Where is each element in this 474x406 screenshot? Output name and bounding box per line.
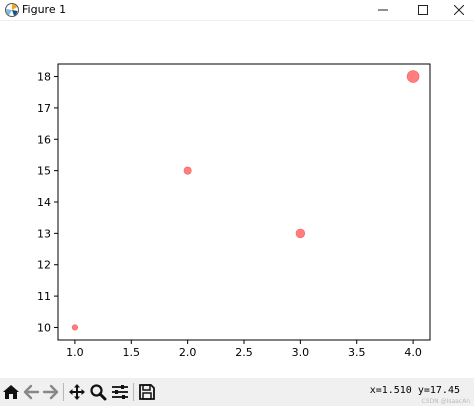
scatter-point [183,166,192,175]
y-tick-label: 11 [37,290,51,303]
x-tick-label: 3.0 [292,346,310,359]
arrow-left-icon [23,384,40,400]
back-button[interactable] [20,381,42,403]
zoom-icon [90,384,107,401]
save-button[interactable] [136,381,158,403]
forward-button[interactable] [40,381,62,403]
minimize-button[interactable] [364,0,402,20]
scatter-point [71,324,79,331]
toolbar-separator [133,383,134,401]
save-icon [139,384,155,400]
matplotlib-figure-icon [5,3,19,17]
move-icon [69,384,85,400]
sliders-icon [112,385,128,399]
scatter-point [295,228,306,239]
y-tick-label: 12 [37,259,51,272]
minimize-icon [378,9,388,11]
x-tick-label: 1.0 [66,346,84,359]
x-tick-label: 2.0 [179,346,197,359]
toolbar-separator [63,383,64,401]
x-tick-label: 3.5 [348,346,366,359]
watermark: CSDN @IsaacAn [421,398,470,405]
plot-area [57,63,431,341]
zoom-button[interactable] [87,381,109,403]
x-tick-label: 2.5 [235,346,253,359]
y-tick-label: 17 [37,102,51,115]
cursor-coordinates: x=1.510 y=17.45 [369,385,460,396]
y-tick-label: 16 [37,133,51,146]
y-tick-label: 18 [37,71,51,84]
scatter-chart[interactable]: 1.0 1.5 2.0 2.5 3.0 3.5 4.0 10 11 12 13 14 15 16 17 18 [0,20,474,378]
close-button[interactable] [440,0,474,20]
arrow-right-icon [42,384,59,400]
close-icon [454,5,464,15]
home-icon [3,385,19,399]
y-tick-label: 13 [37,227,51,240]
configure-subplots-button[interactable] [109,381,131,403]
home-button[interactable] [0,381,22,403]
x-tick-label: 1.5 [123,346,141,359]
maximize-icon [418,5,428,15]
y-tick-label: 10 [37,321,51,334]
y-tick-label: 14 [37,196,51,209]
window-title: Figure 1 [22,3,67,16]
x-tick-label: 4.0 [404,346,422,359]
navigation-toolbar: x=1.510 y=17.45 CSDN @IsaacAn [0,378,474,406]
scatter-point [406,70,420,83]
window-titlebar: Figure 1 [0,0,474,21]
pan-button[interactable] [66,381,88,403]
maximize-button[interactable] [404,0,442,20]
y-tick-label: 15 [37,165,51,178]
